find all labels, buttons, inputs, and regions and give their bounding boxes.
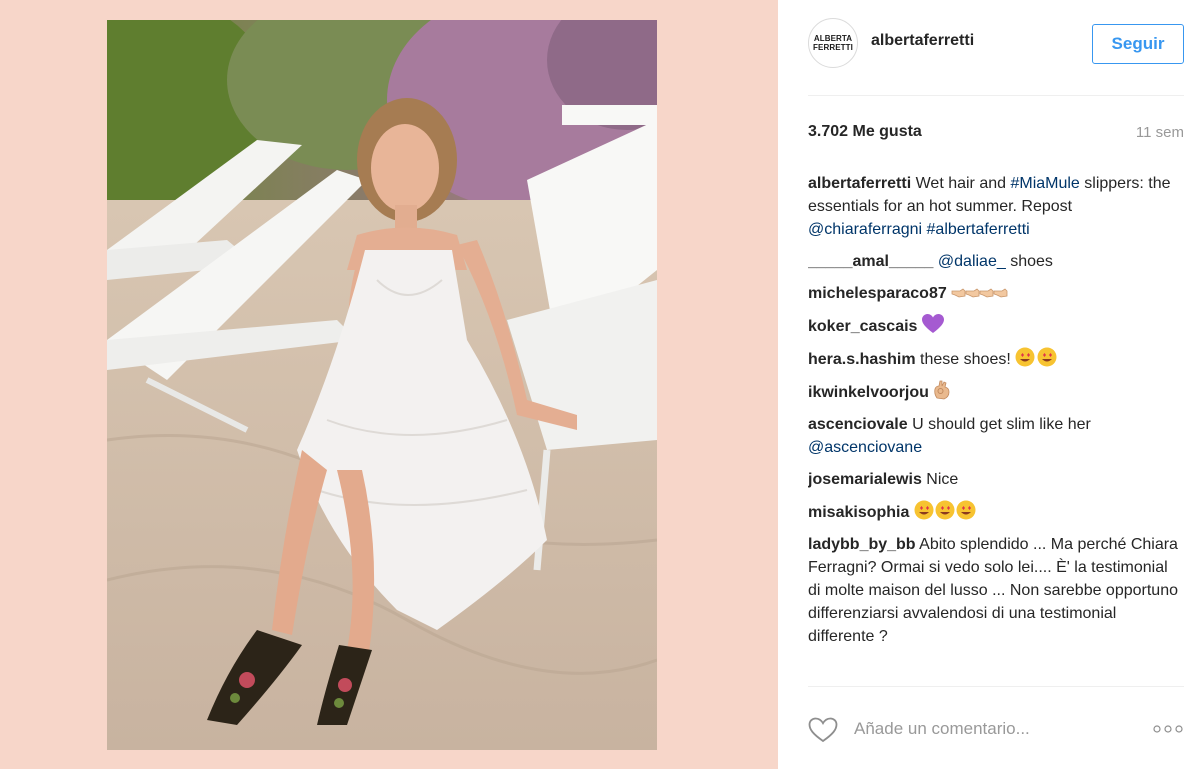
comment-item: _____amal_____ @daliae_ shoes bbox=[808, 250, 1184, 273]
caption: albertaferretti Wet hair and #MiaMule sl… bbox=[808, 172, 1184, 241]
comments-divider bbox=[808, 686, 1184, 687]
comment-username[interactable]: misakisophia bbox=[808, 504, 909, 521]
comment-username[interactable]: josemarialewis bbox=[808, 471, 922, 488]
heart-eyes-emoji bbox=[914, 500, 976, 520]
comment-item: ikwinkelvoorjou bbox=[808, 380, 1184, 404]
add-comment-row bbox=[808, 715, 1184, 745]
comment-username[interactable]: ladybb_by_bb bbox=[808, 536, 916, 553]
add-comment-input[interactable] bbox=[854, 717, 1144, 741]
comment-item: koker_cascais bbox=[808, 314, 1184, 338]
hashtag-link[interactable]: #MiaMule bbox=[1010, 175, 1079, 192]
comment-item: michelesparaco87 bbox=[808, 282, 1184, 305]
comment-text: shoes bbox=[1005, 253, 1053, 270]
comment-item: ladybb_by_bb Abito splendido ... Ma perc… bbox=[808, 533, 1184, 648]
comment-username[interactable]: albertaferretti bbox=[808, 175, 911, 192]
comment-text: U should get slim like her bbox=[907, 416, 1091, 433]
backdrop-panel bbox=[0, 0, 778, 769]
ellipsis-icon[interactable] bbox=[1152, 724, 1184, 734]
likes-count[interactable]: 3.702 Me gusta bbox=[808, 123, 922, 141]
avatar-logo-line-1: ALBERTA bbox=[813, 34, 853, 43]
avatar[interactable]: ALBERTA FERRETTI bbox=[808, 18, 858, 68]
post-sidebar: ALBERTA FERRETTI albertaferretti Seguir … bbox=[778, 0, 1200, 769]
post-timestamp: 11 sem bbox=[1135, 124, 1184, 141]
avatar-logo-line-2: FERRETTI bbox=[813, 43, 853, 52]
comment-username[interactable]: michelesparaco87 bbox=[808, 285, 947, 302]
mention-link[interactable]: @chiaraferragni bbox=[808, 221, 922, 238]
comment-item: hera.s.hashim these shoes! bbox=[808, 347, 1184, 371]
comment-username[interactable]: koker_cascais bbox=[808, 318, 917, 335]
hashtag-link[interactable]: #albertaferretti bbox=[927, 221, 1030, 238]
post-photo-illustration bbox=[107, 20, 657, 750]
comment-item: ascenciovale U should get slim like her … bbox=[808, 413, 1184, 459]
comment-item: josemarialewis Nice bbox=[808, 468, 1184, 491]
post-header: ALBERTA FERRETTI albertaferretti Seguir bbox=[808, 18, 1184, 70]
header-divider bbox=[808, 95, 1184, 96]
comment-text: these shoes! bbox=[915, 351, 1016, 368]
mention-link[interactable]: @daliae_ bbox=[938, 253, 1006, 270]
comment-username[interactable]: ikwinkelvoorjou bbox=[808, 384, 929, 401]
post-username[interactable]: albertaferretti bbox=[871, 32, 974, 50]
comment-item: misakisophia bbox=[808, 500, 1184, 524]
comment-username[interactable]: ascenciovale bbox=[808, 416, 908, 433]
post-photo[interactable] bbox=[107, 20, 657, 750]
comment-text: Nice bbox=[921, 471, 959, 488]
mention-link[interactable]: @ascenciovane bbox=[808, 439, 922, 456]
heart-eyes-emoji bbox=[1015, 347, 1057, 367]
purple-heart-emoji bbox=[921, 314, 944, 333]
ok-hand-emoji bbox=[934, 380, 950, 400]
comment-username[interactable]: _____amal_____ bbox=[808, 253, 933, 270]
caption-text-1: Wet hair and bbox=[911, 175, 1011, 192]
comments-list[interactable]: albertaferretti Wet hair and #MiaMule sl… bbox=[808, 172, 1184, 685]
follow-button[interactable]: Seguir bbox=[1092, 24, 1184, 64]
heart-outline-icon[interactable] bbox=[808, 717, 838, 743]
pointing-hands-emoji bbox=[951, 288, 1008, 298]
comment-username[interactable]: hera.s.hashim bbox=[808, 351, 916, 368]
